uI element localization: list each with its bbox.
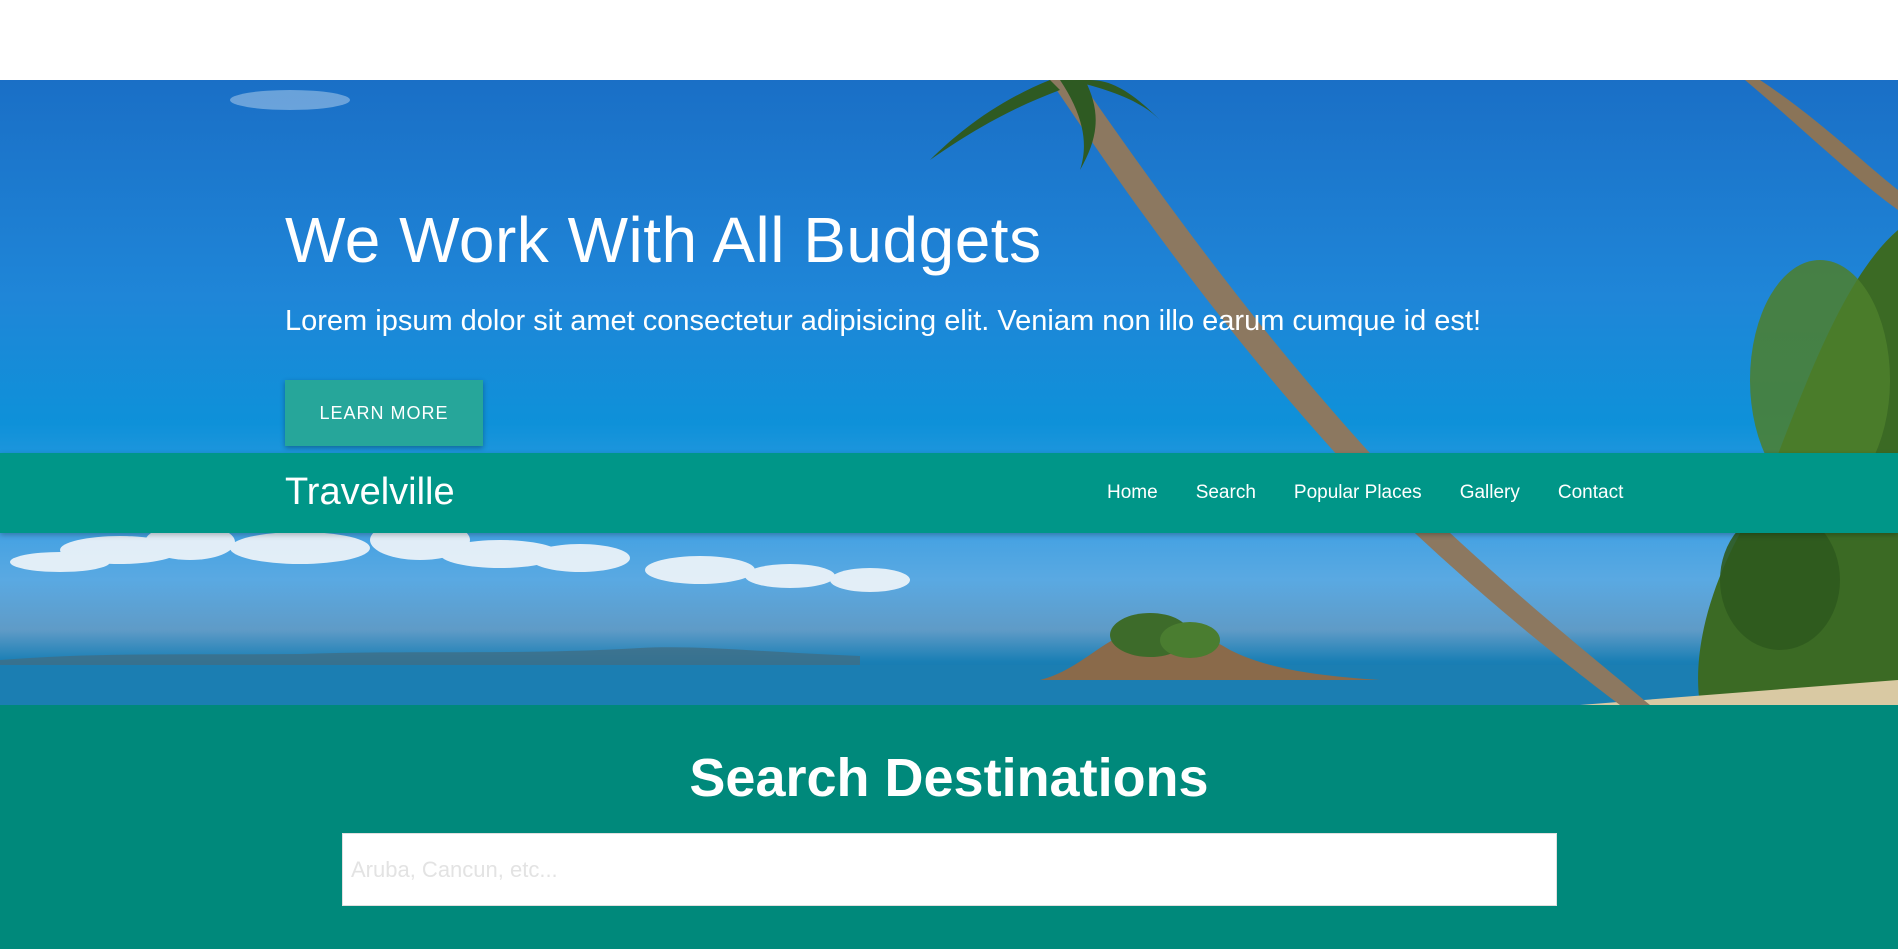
hero-section: We Work With All Budgets Lorem ipsum dol… xyxy=(0,80,1898,705)
nav-link-search[interactable]: Search xyxy=(1177,482,1275,504)
brand-logo[interactable]: Travelville xyxy=(285,471,455,514)
learn-more-button[interactable]: LEARN MORE xyxy=(285,380,483,446)
nav-links: Home Search Popular Places Gallery Conta… xyxy=(1088,453,1642,533)
hero-title: We Work With All Budgets xyxy=(285,204,1042,276)
nav-link-home[interactable]: Home xyxy=(1088,482,1177,504)
hero-subtitle: Lorem ipsum dolor sit amet consectetur a… xyxy=(285,305,1482,337)
destination-search-input[interactable] xyxy=(342,833,1557,906)
search-title: Search Destinations xyxy=(689,748,1209,808)
nav-link-gallery[interactable]: Gallery xyxy=(1441,482,1539,504)
nav-link-popular-places[interactable]: Popular Places xyxy=(1275,482,1441,504)
search-section: Search Destinations xyxy=(0,705,1898,949)
nav-link-contact[interactable]: Contact xyxy=(1539,482,1642,504)
navbar: Travelville Home Search Popular Places G… xyxy=(0,453,1898,533)
top-blank-area xyxy=(0,0,1898,80)
